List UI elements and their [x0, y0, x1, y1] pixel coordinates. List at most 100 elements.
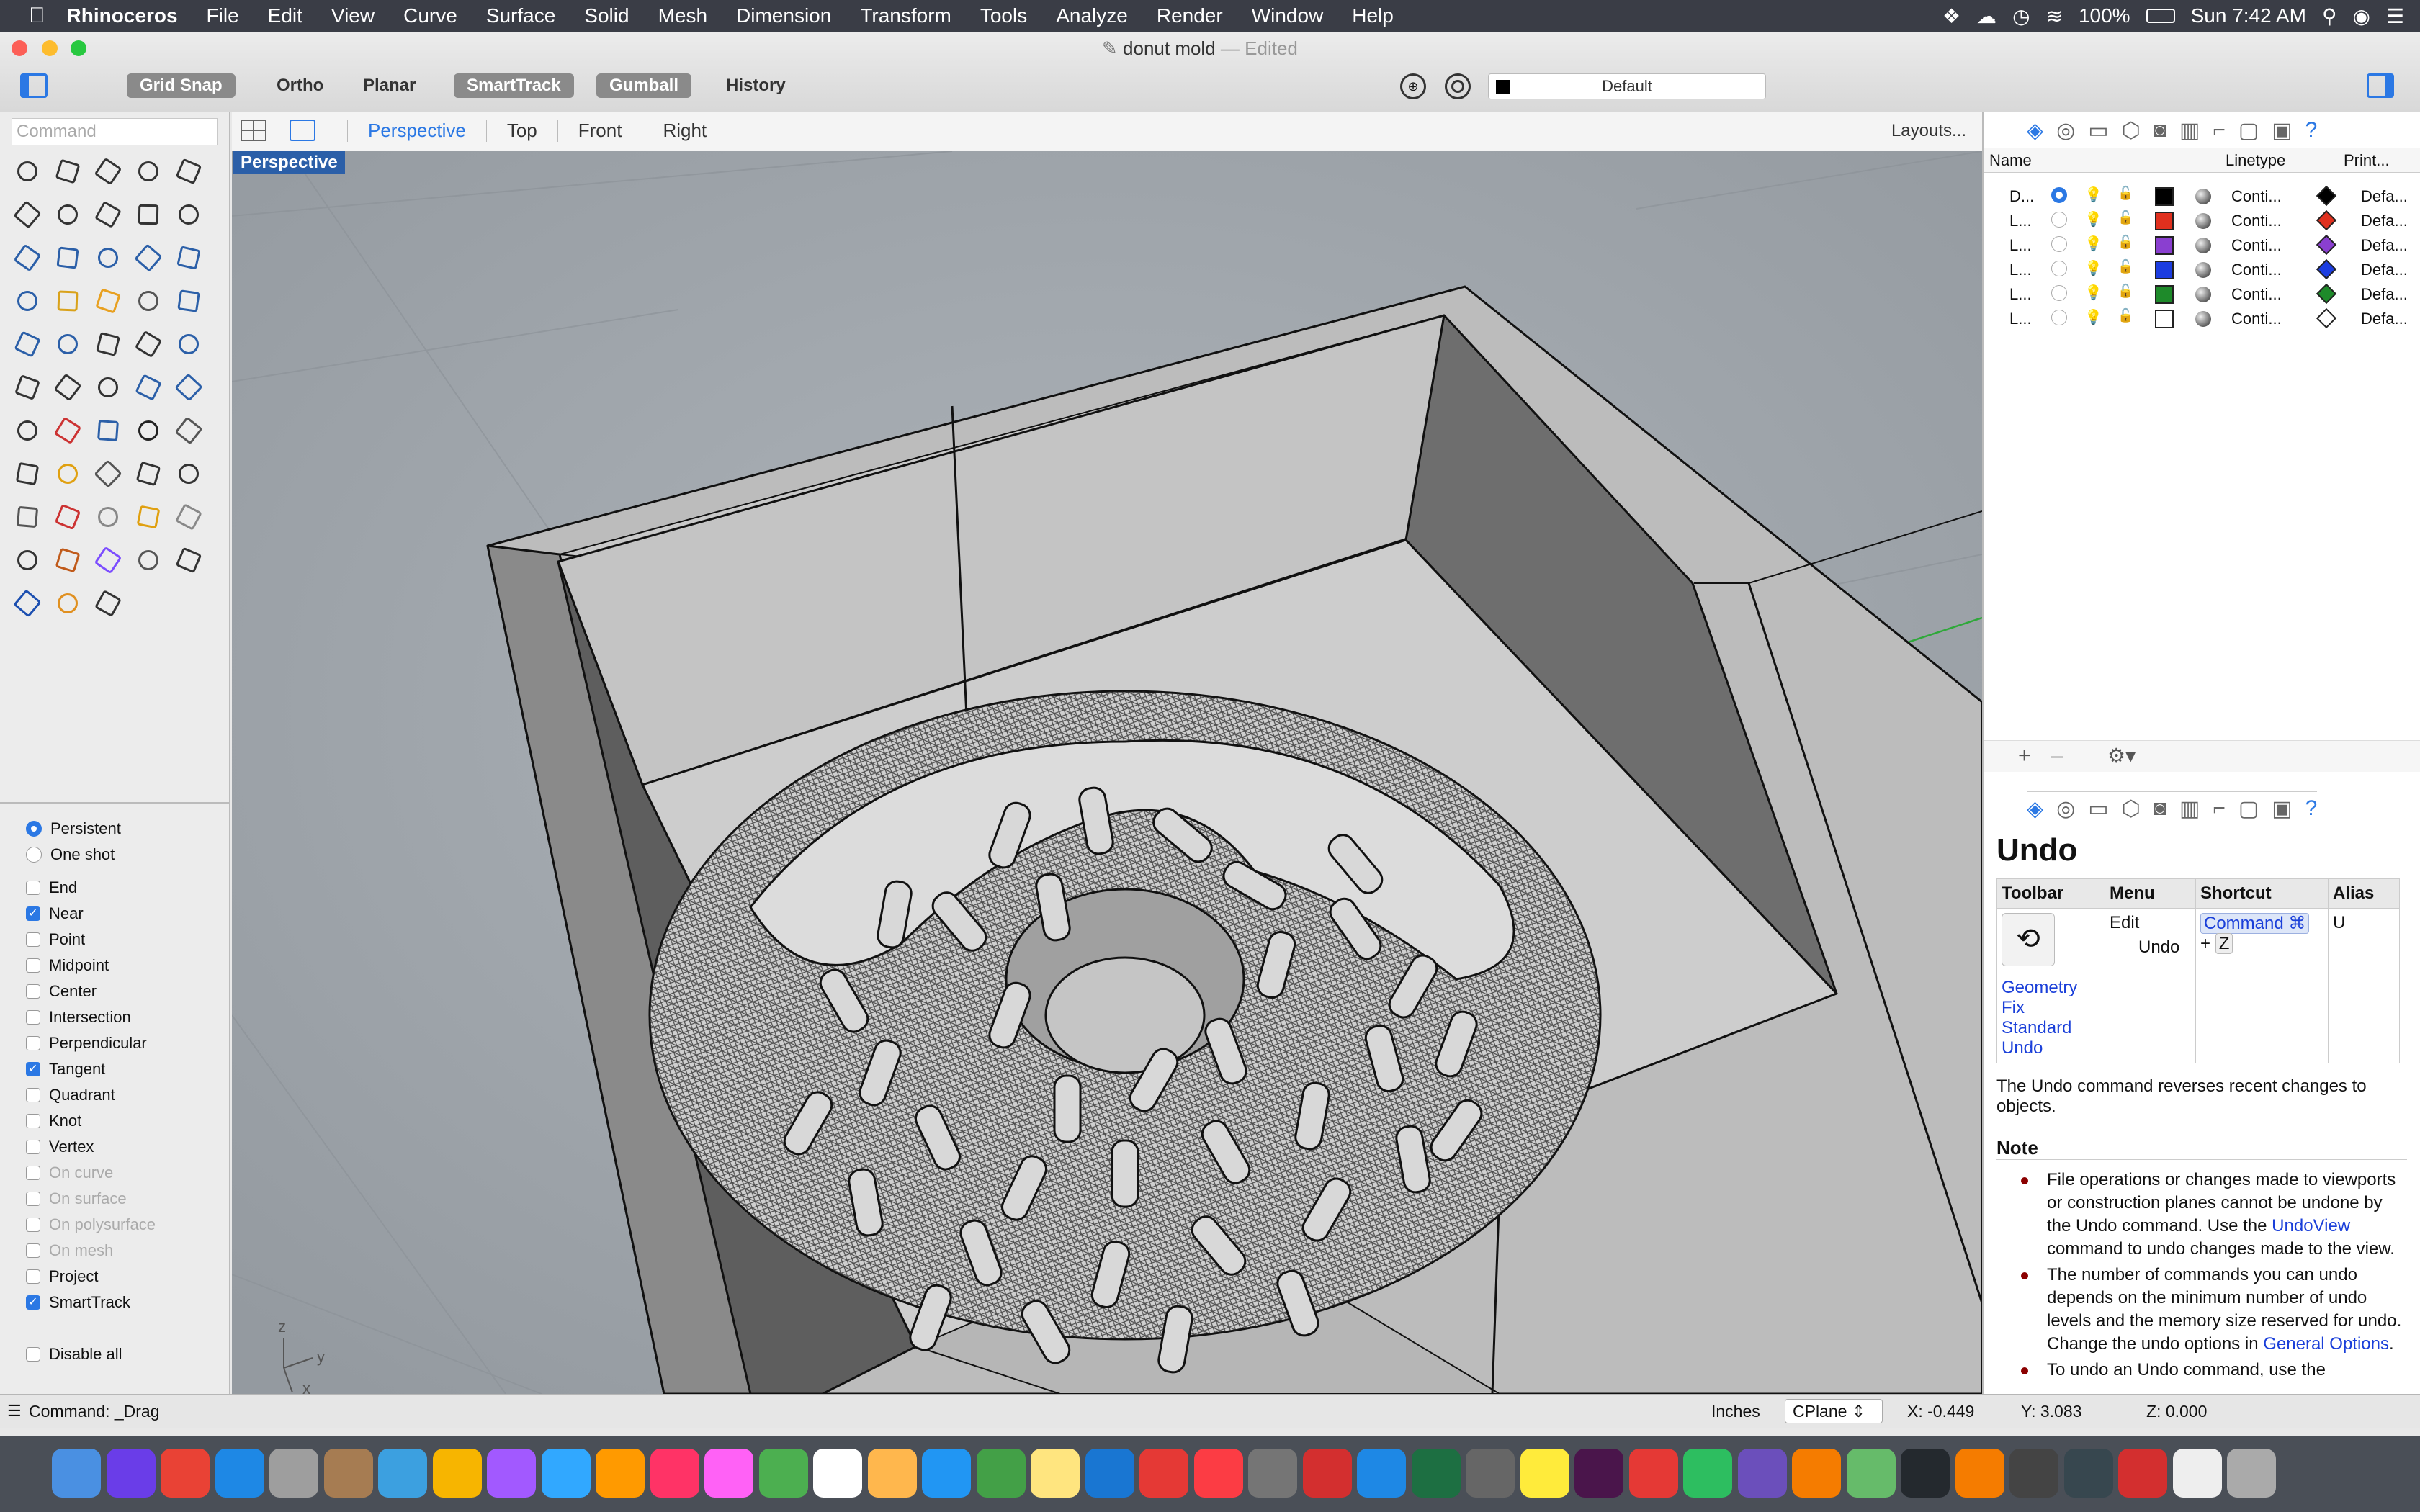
panel-tab-monitor-icon[interactable]: ▣ — [2272, 796, 2292, 821]
material-sphere-icon[interactable] — [2195, 189, 2211, 204]
tab-right[interactable]: Right — [642, 119, 727, 142]
apple-icon[interactable]:  — [29, 4, 45, 28]
fillet-tool-icon[interactable] — [171, 197, 206, 232]
checkbox-icon[interactable] — [26, 1114, 40, 1128]
print-color-icon[interactable] — [2316, 258, 2337, 280]
osnap-tangent[interactable]: ✓ Tangent — [26, 1058, 105, 1080]
dock-transmit-icon[interactable] — [2172, 1449, 2222, 1498]
layer-name[interactable]: L... — [2009, 310, 2032, 328]
lightbulb-icon[interactable]: 💡 — [2084, 210, 2102, 228]
material-sphere-icon[interactable] — [2195, 213, 2211, 229]
layouts-button[interactable]: Layouts... — [1891, 121, 1966, 141]
layer-name[interactable]: L... — [2009, 212, 2032, 230]
osnap-center[interactable]: Center — [26, 981, 97, 1002]
checkbox-icon[interactable]: ✓ — [26, 906, 40, 921]
lock-icon[interactable]: 🔓 — [2118, 308, 2133, 323]
toolbar-link-undo[interactable]: Undo — [2002, 1038, 2100, 1058]
panel-tab-display-icon[interactable]: ▢ — [2238, 118, 2259, 147]
panel-tab-layers-icon[interactable]: ◈ — [2027, 118, 2043, 147]
lightbulb-icon[interactable]: 💡 — [2084, 284, 2102, 302]
hide-tool-icon[interactable] — [91, 413, 125, 448]
layer-print-width[interactable]: Defa... — [2361, 187, 2408, 206]
dock-chrome-icon[interactable] — [161, 1449, 210, 1498]
dock-launchpad-icon[interactable] — [269, 1449, 318, 1498]
layer-print-width[interactable]: Defa... — [2361, 212, 2408, 230]
dock-facetime-icon[interactable] — [976, 1449, 1026, 1498]
dock-scripts-icon[interactable] — [1466, 1449, 1515, 1498]
cylinder-tool-icon[interactable] — [171, 240, 206, 275]
rotate-tool-icon[interactable] — [91, 370, 125, 405]
current-layer-radio[interactable] — [2051, 310, 2067, 325]
single-viewport-icon[interactable] — [290, 120, 315, 141]
tab-top[interactable]: Top — [485, 119, 557, 142]
creative-cloud-icon[interactable]: ☁ — [1976, 4, 1996, 28]
mirror-tool-icon[interactable] — [171, 370, 206, 405]
layer-color-swatch[interactable] — [2155, 236, 2174, 255]
pan-tool-icon[interactable] — [131, 500, 166, 534]
add-layer-icon[interactable]: + — [2018, 744, 2031, 768]
dock-sketch-icon[interactable] — [432, 1449, 482, 1498]
current-layer-radio[interactable] — [2051, 285, 2067, 301]
current-layer-radio[interactable] — [2051, 187, 2067, 203]
checkbox-icon[interactable] — [26, 1140, 40, 1154]
note-link[interactable]: UndoView — [2272, 1216, 2350, 1236]
osnap-midpoint[interactable]: Midpoint — [26, 955, 109, 976]
layer-name[interactable]: L... — [2009, 236, 2032, 255]
panel-tab-lights-icon[interactable]: ⌐ — [2213, 796, 2226, 820]
dock-system-preferences-icon[interactable] — [1248, 1449, 1297, 1498]
mesh-tool-icon[interactable] — [171, 413, 206, 448]
material-sphere-icon[interactable] — [2195, 238, 2211, 253]
circle-tool-icon[interactable] — [171, 154, 206, 189]
dock-music-icon[interactable] — [1193, 1449, 1243, 1498]
lightbulb-icon[interactable]: 💡 — [2084, 308, 2102, 326]
menu-solid[interactable]: Solid — [570, 4, 643, 27]
panel-tab-object-icon[interactable]: ⬡ — [2122, 796, 2141, 821]
clock[interactable]: Sun 7:42 AM — [2191, 4, 2306, 27]
lock-icon[interactable]: 🔓 — [2118, 235, 2133, 250]
layer-color-swatch[interactable] — [2155, 212, 2174, 230]
checkbox-icon[interactable] — [26, 958, 40, 973]
dock-finder-icon[interactable] — [52, 1449, 101, 1498]
dock-trash-icon[interactable] — [2227, 1449, 2276, 1498]
zoom-window-button[interactable] — [71, 40, 86, 56]
color-wheel-tool-icon[interactable] — [91, 543, 125, 577]
dock-red-icon[interactable] — [2118, 1449, 2167, 1498]
current-layer-radio[interactable] — [2051, 212, 2067, 228]
menu-file[interactable]: File — [192, 4, 254, 27]
layer-color-swatch[interactable] — [2155, 310, 2174, 328]
print-color-icon[interactable] — [2316, 185, 2337, 207]
material-tool-icon[interactable] — [50, 543, 85, 577]
boolean-diff-tool-icon[interactable] — [50, 327, 85, 361]
osnap-point[interactable]: Point — [26, 929, 85, 950]
layer-dropdown[interactable]: Default — [1488, 73, 1766, 99]
checkbox-icon[interactable] — [26, 881, 40, 895]
dock-indesign-icon[interactable] — [650, 1449, 699, 1498]
siri-icon[interactable]: ◉ — [2352, 4, 2370, 28]
dock-figma-icon[interactable] — [487, 1449, 536, 1498]
layer-print-width[interactable]: Defa... — [2361, 236, 2408, 255]
move-tool-icon[interactable] — [10, 370, 45, 405]
panel-tab-display-icon[interactable]: ▢ — [2238, 796, 2259, 821]
tab-front[interactable]: Front — [557, 119, 642, 142]
osnap-mode-one-shot[interactable]: One shot — [26, 844, 115, 865]
dock-illustrator-icon[interactable] — [596, 1449, 645, 1498]
layer-color-swatch[interactable] — [2155, 261, 2174, 279]
layer-linetype[interactable]: Conti... — [2231, 310, 2282, 328]
battery-percent[interactable]: 100% — [2079, 4, 2130, 27]
layer-color-swatch[interactable] — [2155, 285, 2174, 304]
radio-icon[interactable] — [26, 847, 42, 863]
light-tool-icon[interactable] — [171, 500, 206, 534]
menu-mesh[interactable]: Mesh — [644, 4, 722, 27]
osnap-near[interactable]: ✓ Near — [26, 903, 84, 924]
spotlight-icon[interactable]: ⚲ — [2322, 4, 2337, 28]
curve-tool-icon[interactable] — [131, 154, 166, 189]
panel-tab-document-icon[interactable]: ▭ — [2088, 796, 2108, 821]
checkbox-icon[interactable]: ✓ — [26, 1062, 40, 1076]
remove-layer-icon[interactable]: – — [2051, 744, 2063, 768]
tab-perspective[interactable]: Perspective — [347, 119, 486, 142]
dock-evernote-icon[interactable] — [1683, 1449, 1732, 1498]
layers-col-name[interactable]: Name — [1989, 151, 2032, 170]
toolbar-link-geometry[interactable]: Geometry — [2002, 978, 2100, 998]
note-link[interactable]: General Options — [2263, 1334, 2389, 1354]
command-prompt[interactable]: Command: _Drag — [29, 1402, 160, 1421]
